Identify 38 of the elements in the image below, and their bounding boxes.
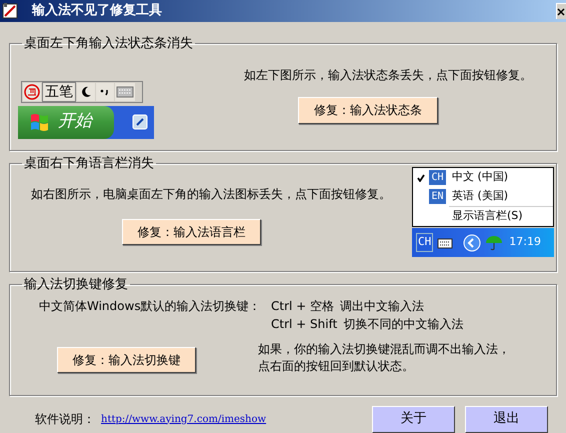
menu-item[interactable]: 显示语言栏(S)	[413, 207, 553, 226]
input-language-indicator[interactable]: CH	[416, 233, 434, 252]
menu-item[interactable]: CH 中文 (中国)	[413, 168, 553, 187]
fix-status-bar-button[interactable]: 修复：输入法状态条	[298, 96, 438, 124]
chevron-left-icon[interactable]	[463, 234, 482, 252]
hotkey-action: 切换不同的中文输入法	[343, 316, 464, 332]
group-title: 桌面左下角输入法状态条消失	[23, 35, 194, 53]
hotkey-intro: 中文简体Windows默认的输入法切换键：	[39, 298, 262, 314]
hotkey-action: 调出中文输入法	[340, 298, 424, 314]
clock-time: 17:19	[509, 234, 541, 250]
start-button[interactable]: 开始	[18, 106, 114, 138]
about-button[interactable]: 关于	[372, 406, 455, 432]
app-icon	[2, 2, 20, 20]
group-title: 输入法切换键修复	[23, 276, 129, 294]
description-text: 如右图所示，电脑桌面左下角的输入法图标丢失，点下面按钮修复。	[31, 186, 392, 203]
website-link[interactable]: http://www.aying7.com/imeshow	[101, 412, 266, 426]
fix-language-bar-button[interactable]: 修复：输入法语言栏	[122, 219, 261, 245]
close-button[interactable]	[556, 3, 566, 19]
note-text: 如果，你的输入法切换键混乱而调不出输入法，	[258, 340, 510, 358]
software-info-label: 软件说明：	[35, 411, 95, 428]
menu-item[interactable]: EN 英语 (美国)	[413, 187, 553, 206]
moon-icon[interactable]	[77, 82, 95, 100]
hotkey-keys: Ctrl + 空格	[271, 296, 334, 314]
fix-hotkey-button[interactable]: 修复：输入法切换键	[57, 346, 196, 372]
ime-logo-icon	[23, 82, 41, 100]
windows-flag-icon	[30, 113, 50, 131]
group-title: 桌面右下角语言栏消失	[23, 154, 155, 172]
hotkey-keys: Ctrl + Shift	[271, 314, 338, 332]
umbrella-icon[interactable]	[485, 234, 504, 252]
exit-button[interactable]: 退出	[465, 406, 548, 432]
keyboard-icon[interactable]	[437, 236, 454, 248]
quick-launch-icon[interactable]	[130, 112, 150, 132]
punctuation-icon[interactable]	[96, 82, 114, 100]
ime-mode[interactable]: 五笔	[42, 82, 76, 102]
window-title: 输入法不见了修复工具	[32, 2, 162, 20]
description-text: 如左下图所示，输入法状态条丢失，点下面按钮修复。	[244, 66, 532, 84]
close-icon	[557, 8, 565, 16]
note-text: 点右面的按钮回到默认状态。	[258, 358, 415, 374]
